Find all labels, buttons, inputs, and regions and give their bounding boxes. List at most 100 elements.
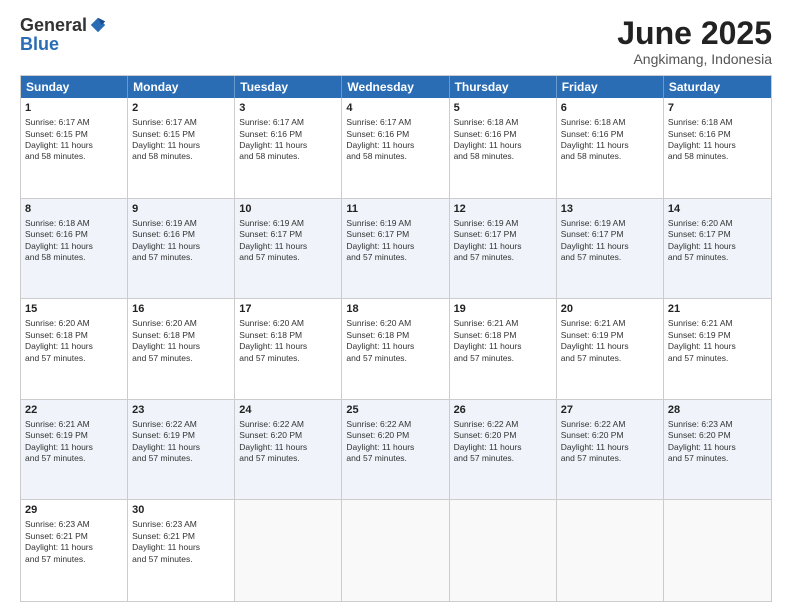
page: General Blue June 2025 Angkimang, Indone…	[0, 0, 792, 612]
day-number: 10	[239, 202, 337, 217]
day-number: 26	[454, 403, 552, 418]
cell-text: Sunrise: 6:17 AM Sunset: 6:16 PM Dayligh…	[239, 117, 337, 163]
day-number: 9	[132, 202, 230, 217]
cell-text: Sunrise: 6:18 AM Sunset: 6:16 PM Dayligh…	[454, 117, 552, 163]
cal-cell-1-6: 14Sunrise: 6:20 AM Sunset: 6:17 PM Dayli…	[664, 199, 771, 299]
cal-cell-3-3: 25Sunrise: 6:22 AM Sunset: 6:20 PM Dayli…	[342, 400, 449, 500]
subtitle: Angkimang, Indonesia	[617, 51, 772, 67]
day-number: 20	[561, 302, 659, 317]
cal-cell-0-1: 2Sunrise: 6:17 AM Sunset: 6:15 PM Daylig…	[128, 98, 235, 198]
cell-text: Sunrise: 6:20 AM Sunset: 6:18 PM Dayligh…	[132, 318, 230, 364]
cal-cell-4-6	[664, 500, 771, 601]
cal-cell-3-2: 24Sunrise: 6:22 AM Sunset: 6:20 PM Dayli…	[235, 400, 342, 500]
cell-text: Sunrise: 6:22 AM Sunset: 6:20 PM Dayligh…	[454, 419, 552, 465]
cal-cell-0-4: 5Sunrise: 6:18 AM Sunset: 6:16 PM Daylig…	[450, 98, 557, 198]
cal-cell-1-4: 12Sunrise: 6:19 AM Sunset: 6:17 PM Dayli…	[450, 199, 557, 299]
day-number: 30	[132, 503, 230, 518]
cell-text: Sunrise: 6:20 AM Sunset: 6:18 PM Dayligh…	[346, 318, 444, 364]
day-number: 21	[668, 302, 767, 317]
cal-cell-4-1: 30Sunrise: 6:23 AM Sunset: 6:21 PM Dayli…	[128, 500, 235, 601]
day-number: 4	[346, 101, 444, 116]
cal-cell-4-4	[450, 500, 557, 601]
cal-cell-0-0: 1Sunrise: 6:17 AM Sunset: 6:15 PM Daylig…	[21, 98, 128, 198]
cal-cell-0-5: 6Sunrise: 6:18 AM Sunset: 6:16 PM Daylig…	[557, 98, 664, 198]
month-title: June 2025	[617, 16, 772, 51]
cell-text: Sunrise: 6:21 AM Sunset: 6:18 PM Dayligh…	[454, 318, 552, 364]
cell-text: Sunrise: 6:20 AM Sunset: 6:17 PM Dayligh…	[668, 218, 767, 264]
cal-cell-3-0: 22Sunrise: 6:21 AM Sunset: 6:19 PM Dayli…	[21, 400, 128, 500]
calendar-header: SundayMondayTuesdayWednesdayThursdayFrid…	[21, 76, 771, 98]
cell-text: Sunrise: 6:17 AM Sunset: 6:16 PM Dayligh…	[346, 117, 444, 163]
cal-cell-4-5	[557, 500, 664, 601]
day-number: 12	[454, 202, 552, 217]
cell-text: Sunrise: 6:19 AM Sunset: 6:17 PM Dayligh…	[346, 218, 444, 264]
cal-cell-0-6: 7Sunrise: 6:18 AM Sunset: 6:16 PM Daylig…	[664, 98, 771, 198]
day-number: 24	[239, 403, 337, 418]
day-number: 28	[668, 403, 767, 418]
day-number: 15	[25, 302, 123, 317]
day-number: 17	[239, 302, 337, 317]
day-number: 29	[25, 503, 123, 518]
header-day-saturday: Saturday	[664, 76, 771, 98]
cal-cell-3-6: 28Sunrise: 6:23 AM Sunset: 6:20 PM Dayli…	[664, 400, 771, 500]
cell-text: Sunrise: 6:20 AM Sunset: 6:18 PM Dayligh…	[25, 318, 123, 364]
day-number: 3	[239, 101, 337, 116]
day-number: 25	[346, 403, 444, 418]
day-number: 16	[132, 302, 230, 317]
cell-text: Sunrise: 6:17 AM Sunset: 6:15 PM Dayligh…	[25, 117, 123, 163]
day-number: 14	[668, 202, 767, 217]
logo-general: General	[20, 16, 87, 34]
title-block: June 2025 Angkimang, Indonesia	[617, 16, 772, 67]
cal-cell-3-4: 26Sunrise: 6:22 AM Sunset: 6:20 PM Dayli…	[450, 400, 557, 500]
cal-cell-1-0: 8Sunrise: 6:18 AM Sunset: 6:16 PM Daylig…	[21, 199, 128, 299]
header-day-thursday: Thursday	[450, 76, 557, 98]
header-day-friday: Friday	[557, 76, 664, 98]
day-number: 5	[454, 101, 552, 116]
cell-text: Sunrise: 6:21 AM Sunset: 6:19 PM Dayligh…	[668, 318, 767, 364]
cal-cell-1-5: 13Sunrise: 6:19 AM Sunset: 6:17 PM Dayli…	[557, 199, 664, 299]
cell-text: Sunrise: 6:22 AM Sunset: 6:19 PM Dayligh…	[132, 419, 230, 465]
day-number: 19	[454, 302, 552, 317]
cal-cell-3-1: 23Sunrise: 6:22 AM Sunset: 6:19 PM Dayli…	[128, 400, 235, 500]
cell-text: Sunrise: 6:19 AM Sunset: 6:17 PM Dayligh…	[561, 218, 659, 264]
cal-cell-1-1: 9Sunrise: 6:19 AM Sunset: 6:16 PM Daylig…	[128, 199, 235, 299]
cell-text: Sunrise: 6:21 AM Sunset: 6:19 PM Dayligh…	[561, 318, 659, 364]
day-number: 6	[561, 101, 659, 116]
week-row-3: 22Sunrise: 6:21 AM Sunset: 6:19 PM Dayli…	[21, 400, 771, 501]
header: General Blue June 2025 Angkimang, Indone…	[20, 16, 772, 67]
cell-text: Sunrise: 6:22 AM Sunset: 6:20 PM Dayligh…	[239, 419, 337, 465]
week-row-4: 29Sunrise: 6:23 AM Sunset: 6:21 PM Dayli…	[21, 500, 771, 601]
week-row-1: 8Sunrise: 6:18 AM Sunset: 6:16 PM Daylig…	[21, 199, 771, 300]
cell-text: Sunrise: 6:23 AM Sunset: 6:21 PM Dayligh…	[132, 519, 230, 565]
cal-cell-2-1: 16Sunrise: 6:20 AM Sunset: 6:18 PM Dayli…	[128, 299, 235, 399]
cal-cell-1-2: 10Sunrise: 6:19 AM Sunset: 6:17 PM Dayli…	[235, 199, 342, 299]
logo: General Blue	[20, 16, 107, 55]
week-row-0: 1Sunrise: 6:17 AM Sunset: 6:15 PM Daylig…	[21, 98, 771, 199]
week-row-2: 15Sunrise: 6:20 AM Sunset: 6:18 PM Dayli…	[21, 299, 771, 400]
cal-cell-2-0: 15Sunrise: 6:20 AM Sunset: 6:18 PM Dayli…	[21, 299, 128, 399]
header-day-wednesday: Wednesday	[342, 76, 449, 98]
day-number: 22	[25, 403, 123, 418]
cal-cell-4-2	[235, 500, 342, 601]
cell-text: Sunrise: 6:22 AM Sunset: 6:20 PM Dayligh…	[561, 419, 659, 465]
cal-cell-0-2: 3Sunrise: 6:17 AM Sunset: 6:16 PM Daylig…	[235, 98, 342, 198]
day-number: 18	[346, 302, 444, 317]
logo-blue: Blue	[20, 34, 59, 55]
day-number: 7	[668, 101, 767, 116]
cell-text: Sunrise: 6:23 AM Sunset: 6:20 PM Dayligh…	[668, 419, 767, 465]
cell-text: Sunrise: 6:18 AM Sunset: 6:16 PM Dayligh…	[668, 117, 767, 163]
cal-cell-2-3: 18Sunrise: 6:20 AM Sunset: 6:18 PM Dayli…	[342, 299, 449, 399]
cal-cell-2-2: 17Sunrise: 6:20 AM Sunset: 6:18 PM Dayli…	[235, 299, 342, 399]
cell-text: Sunrise: 6:21 AM Sunset: 6:19 PM Dayligh…	[25, 419, 123, 465]
day-number: 27	[561, 403, 659, 418]
day-number: 8	[25, 202, 123, 217]
cal-cell-1-3: 11Sunrise: 6:19 AM Sunset: 6:17 PM Dayli…	[342, 199, 449, 299]
header-day-sunday: Sunday	[21, 76, 128, 98]
cell-text: Sunrise: 6:23 AM Sunset: 6:21 PM Dayligh…	[25, 519, 123, 565]
cell-text: Sunrise: 6:18 AM Sunset: 6:16 PM Dayligh…	[561, 117, 659, 163]
cell-text: Sunrise: 6:19 AM Sunset: 6:17 PM Dayligh…	[239, 218, 337, 264]
cell-text: Sunrise: 6:19 AM Sunset: 6:16 PM Dayligh…	[132, 218, 230, 264]
cal-cell-2-5: 20Sunrise: 6:21 AM Sunset: 6:19 PM Dayli…	[557, 299, 664, 399]
cal-cell-2-6: 21Sunrise: 6:21 AM Sunset: 6:19 PM Dayli…	[664, 299, 771, 399]
cell-text: Sunrise: 6:22 AM Sunset: 6:20 PM Dayligh…	[346, 419, 444, 465]
